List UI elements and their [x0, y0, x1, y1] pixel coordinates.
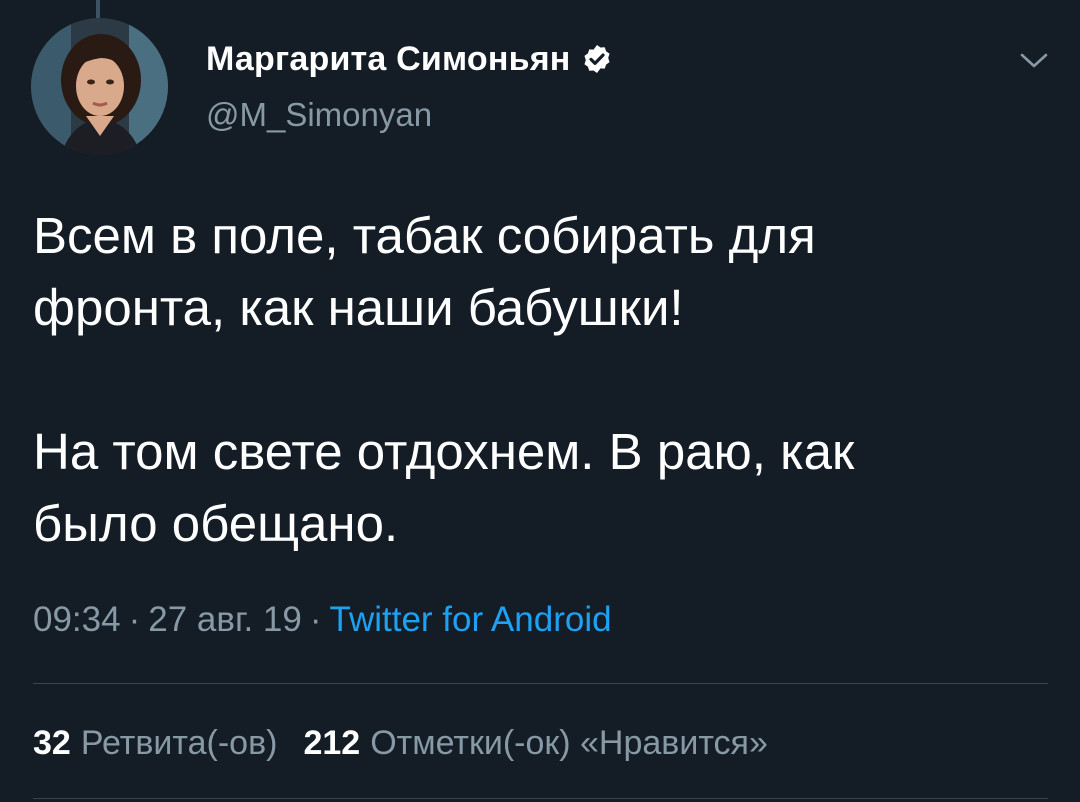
tweet-line: На том свете отдохнем. В раю, как [33, 423, 855, 480]
tweet-text: Всем в поле, табак собирать для фронта, … [33, 200, 1053, 560]
tweet-date: 27 авг. 19 [148, 600, 302, 639]
chevron-down-icon[interactable] [1016, 46, 1052, 74]
display-name[interactable]: Маргарита Симоньян [206, 40, 571, 79]
tweet-line: Всем в поле, табак собирать для [33, 207, 816, 264]
likes-count: 212 [303, 724, 361, 762]
meta-separator: · [309, 600, 322, 639]
retweets-count: 32 [33, 724, 71, 762]
retweets-stat[interactable]: 32 Ретвита(-ов) [33, 724, 277, 762]
user-info: Маргарита Симоньян @M_Simonyan [206, 36, 613, 134]
divider [33, 798, 1048, 799]
likes-label: Отметки(-ок) «Нравится» [370, 724, 768, 762]
tweet-stats: 32 Ретвита(-ов) 212 Отметки(-ок) «Нравится» [33, 724, 794, 763]
tweet-line: было обещано. [33, 495, 399, 552]
divider [33, 683, 1048, 684]
verified-badge-icon [583, 45, 610, 73]
likes-stat[interactable]: 212 Отметки(-ок) «Нравится» [303, 724, 767, 762]
display-name-row: Маргарита Симоньян [206, 36, 613, 82]
retweets-label: Ретвита(-ов) [80, 724, 278, 762]
tweet-line: фронта, как наши бабушки! [33, 279, 684, 336]
tweet-time: 09:34 [33, 600, 121, 639]
avatar[interactable] [31, 18, 168, 155]
user-handle[interactable]: @M_Simonyan [206, 96, 613, 134]
tweet-source-link[interactable]: Twitter for Android [330, 600, 612, 639]
avatar-image [31, 18, 168, 155]
thread-connector-line [96, 0, 100, 18]
meta-separator: · [128, 600, 141, 639]
tweet-meta: 09:34 · 27 авг. 19 · Twitter for Android [33, 600, 612, 640]
